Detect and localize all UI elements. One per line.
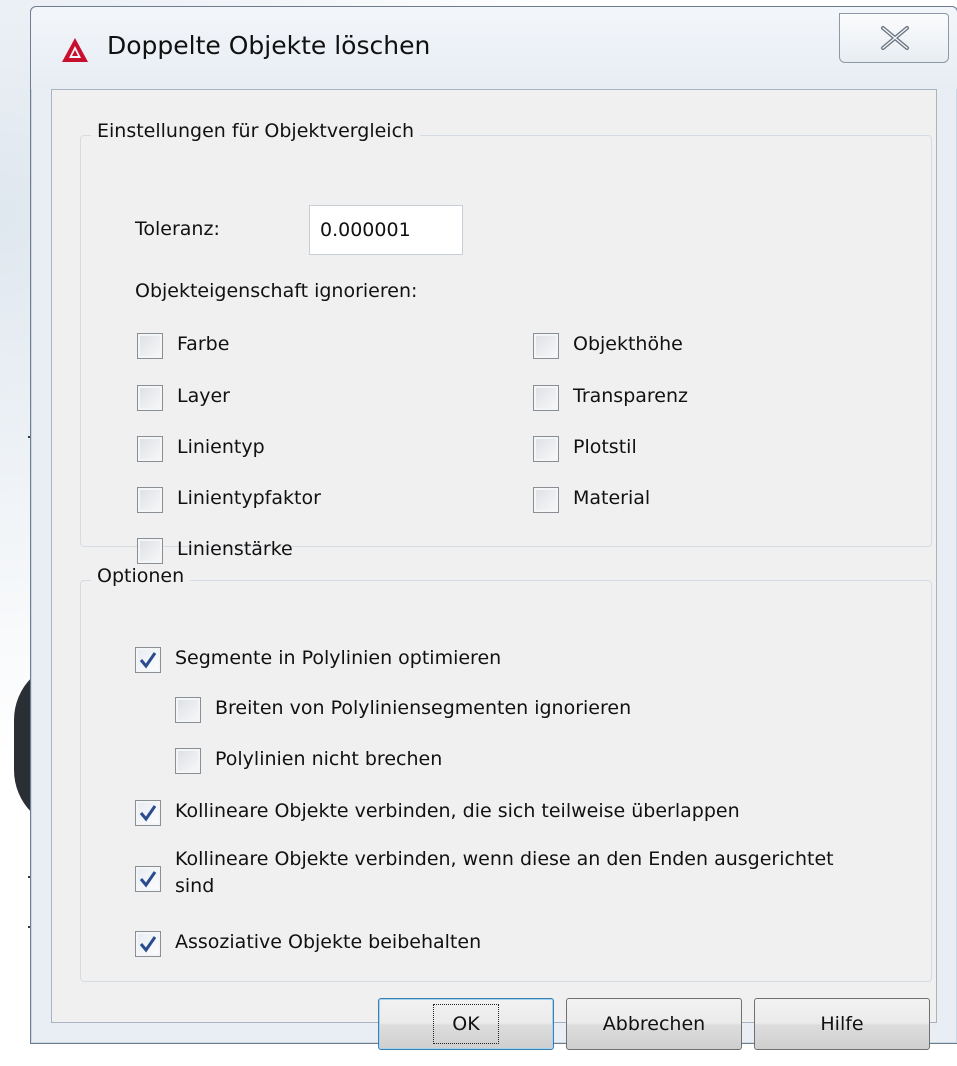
checkbox-label: Linientyp [177, 436, 265, 458]
checkbox-box[interactable] [137, 487, 163, 513]
checkbox-linienstaerke[interactable]: Linienstärke [137, 534, 293, 568]
checkbox-objekthoehe[interactable]: Objekthöhe [533, 329, 683, 363]
group-label-comparison: Einstellungen für Objektvergleich [91, 120, 421, 142]
close-x-icon [881, 26, 909, 50]
delete-duplicates-dialog: Doppelte Objekte löschen Einstellungen f… [30, 6, 957, 1050]
checkbox-label: Breiten von Polyliniensegmenten ignorier… [215, 697, 632, 719]
checkbox-box[interactable] [137, 385, 163, 411]
ok-button[interactable]: OK [378, 998, 554, 1050]
checkbox-farbe[interactable]: Farbe [137, 329, 229, 363]
checkbox-label: Farbe [177, 333, 230, 355]
checkbox-label: Layer [177, 385, 230, 407]
checkbox-plotstil[interactable]: Plotstil [533, 432, 637, 466]
checkbox-box[interactable] [137, 538, 163, 564]
window-title: Doppelte Objekte löschen [107, 31, 431, 60]
checkbox-optimize-segments[interactable]: Segmente in Polylinien optimieren [135, 643, 501, 677]
checkbox-material[interactable]: Material [533, 483, 650, 517]
checkbox-box[interactable] [135, 647, 161, 673]
checkbox-linientyp[interactable]: Linientyp [137, 432, 265, 466]
ignore-properties-label: Objekteigenschaft ignorieren: [135, 280, 418, 302]
checkbox-box[interactable] [175, 748, 201, 774]
checkbox-box[interactable] [137, 436, 163, 462]
ok-button-label: OK [433, 1004, 499, 1044]
checkbox-label: Polylinien nicht brechen [215, 748, 443, 770]
checkbox-label: Segmente in Polylinien optimieren [175, 647, 502, 669]
comparison-settings-group: Einstellungen für Objektvergleich Tolera… [80, 120, 932, 564]
checkbox-dont-break-polylines[interactable]: Polylinien nicht brechen [175, 744, 442, 778]
checkbox-label: Plotstil [573, 436, 637, 458]
checkbox-box[interactable] [135, 800, 161, 826]
checkbox-box[interactable] [533, 385, 559, 411]
help-button[interactable]: Hilfe [754, 998, 930, 1050]
checkbox-box[interactable] [533, 436, 559, 462]
checkbox-box[interactable] [135, 931, 161, 957]
tolerance-input[interactable] [309, 205, 463, 255]
checkbox-box[interactable] [533, 333, 559, 359]
checkbox-transparenz[interactable]: Transparenz [533, 381, 688, 415]
checkbox-linientypfaktor[interactable]: Linientypfaktor [137, 483, 321, 517]
checkbox-box[interactable] [137, 333, 163, 359]
options-group: Optionen Segmente in Polylinien optimier… [80, 565, 932, 982]
checkbox-label: Kollineare Objekte verbinden, wenn diese… [175, 848, 834, 897]
checkbox-layer[interactable]: Layer [137, 381, 230, 415]
checkbox-label: Linienstärke [177, 538, 293, 560]
autocad-logo-icon [62, 38, 88, 62]
checkbox-combine-overlapping[interactable]: Kollineare Objekte verbinden, die sich t… [135, 796, 740, 830]
checkbox-label: Linientypfaktor [177, 487, 321, 509]
group-label-options: Optionen [91, 565, 191, 587]
checkbox-label: Objekthöhe [573, 333, 683, 355]
dialog-content: Einstellungen für Objektvergleich Tolera… [51, 89, 937, 1050]
checkbox-ignore-widths[interactable]: Breiten von Polyliniensegmenten ignorier… [175, 693, 631, 727]
checkbox-label: Kollineare Objekte verbinden, die sich t… [175, 800, 740, 822]
checkbox-box[interactable] [533, 487, 559, 513]
checkbox-label: Assoziative Objekte beibehalten [175, 931, 482, 953]
checkbox-combine-end-to-end[interactable]: Kollineare Objekte verbinden, wenn diese… [135, 848, 875, 916]
checkbox-label: Material [573, 487, 651, 509]
cancel-button[interactable]: Abbrechen [566, 998, 742, 1050]
checkbox-box[interactable] [135, 866, 161, 892]
checkbox-label: Transparenz [573, 385, 689, 407]
title-bar[interactable]: Doppelte Objekte löschen [31, 7, 957, 89]
checkbox-keep-associative[interactable]: Assoziative Objekte beibehalten [135, 927, 481, 961]
checkbox-box[interactable] [175, 697, 201, 723]
tolerance-label: Toleranz: [135, 218, 220, 240]
close-button[interactable] [839, 13, 949, 63]
